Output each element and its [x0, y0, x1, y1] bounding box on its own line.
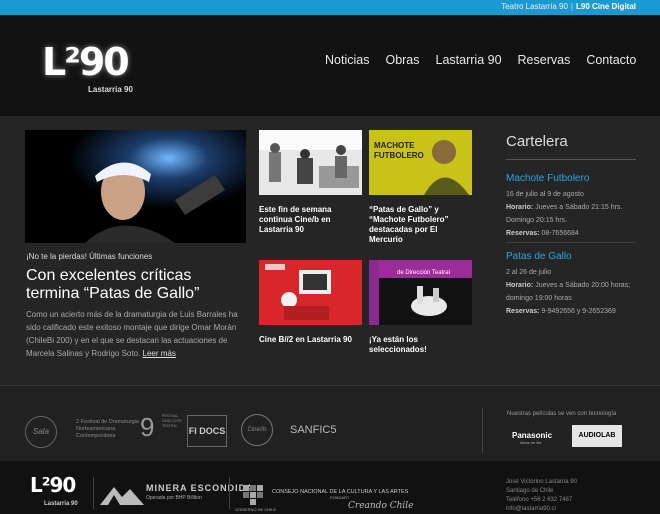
main-content: ¡No te la pierdas! Últimas funciones Con…: [0, 117, 660, 385]
horario-label: Horario:: [506, 282, 534, 289]
site-logo[interactable]: L²90 Lastarria 90: [42, 32, 142, 96]
news-card-cineb[interactable]: Este fin de semana continua Cine/b en La…: [259, 130, 362, 235]
header: L²90 Lastarria 90 Noticias Obras Lastarr…: [0, 15, 660, 117]
news-card-cineb2[interactable]: Cine B//2 en Lastarria 90: [259, 260, 362, 345]
panasonic-tagline: ideas for life: [520, 440, 542, 445]
logo-subtitle: Lastarria 90: [88, 85, 133, 94]
footer: L²90 Lastarria 90 MINERA ESCONDIDA Opera…: [0, 461, 660, 514]
tech-title: Nuestras películas se ven con tecnología: [507, 411, 617, 417]
logo-mark: L²90: [42, 40, 130, 84]
top-link-separator: |: [570, 2, 573, 11]
top-link-teatro[interactable]: Teatro Lastarria 90: [501, 2, 568, 11]
event-dates: 16 de julio al 9 de agosto: [506, 191, 584, 198]
news-caption[interactable]: Cine B//2 en Lastarria 90: [259, 335, 362, 345]
footer-divider: [93, 477, 94, 509]
news-caption[interactable]: Este fin de semana continua Cine/b en La…: [259, 205, 362, 235]
news-image[interactable]: [259, 130, 362, 195]
minera-subtitle: Operada por BHP Billiton: [146, 495, 202, 501]
footer-logo[interactable]: L²90: [30, 473, 76, 497]
top-links: Teatro Lastarria 90 | L90 Cine Digital: [501, 2, 636, 11]
cartelera-divider: [506, 159, 636, 160]
event-horario: Horario: Jueves a Sábado 21:15 hrs. Domi…: [506, 201, 638, 227]
cartelera-title: Cartelera: [506, 133, 568, 150]
fondart-label: FONDART: [330, 495, 350, 500]
reservas-label: Reservas:: [506, 230, 540, 237]
news-image[interactable]: [259, 260, 362, 325]
poster-text-futbolero: FUTBOLERO: [374, 151, 424, 160]
news-image[interactable]: de Dirección Teatral: [369, 260, 472, 325]
festival-9-text: FESTIVAL DIRECCIÓN TEATRAL: [162, 414, 182, 428]
news-caption[interactable]: ¡Ya están los seleccionados!: [369, 335, 472, 355]
gobierno-shield-icon: [243, 485, 263, 505]
event-reservas: Reservas: 9-9492656 y 9-2652369: [506, 305, 638, 318]
hero-title[interactable]: Con excelentes críticas termina “Patas d…: [26, 267, 246, 303]
nav-contacto[interactable]: Contacto: [586, 53, 636, 67]
minera-mountain-icon: [100, 487, 144, 505]
nav-reservas[interactable]: Reservas: [518, 53, 571, 67]
sala-logo[interactable]: Sala: [25, 416, 57, 448]
sanfic-logo[interactable]: SANFIC5: [290, 424, 336, 436]
festival-9-logo[interactable]: 9: [140, 412, 154, 443]
partners-divider: [482, 408, 483, 453]
event-dates: 2 al 26 de julio: [506, 269, 552, 276]
contact-address: José Victorino Lastarria 90: [506, 479, 577, 485]
news-card-mercurio[interactable]: MACHOTE FUTBOLERO “Patas de Gallo” y “Ma…: [369, 130, 472, 245]
poster-text-direccion: de Dirección Teatral: [397, 270, 450, 276]
audiolab-logo[interactable]: AUDIOLAB: [572, 425, 622, 447]
contact-email[interactable]: info@lastarria90.cl: [506, 505, 577, 514]
hero-image[interactable]: [25, 130, 246, 243]
read-more-link[interactable]: Leer más: [143, 349, 176, 358]
footer-logo-subtitle: Lastarria 90: [44, 501, 78, 507]
hero-kicker: ¡No te la pierdas! Últimas funciones: [26, 252, 153, 261]
event-name[interactable]: Machote Futbolero: [506, 173, 638, 184]
footer-contact: José Victorino Lastarria 90 Santiago de …: [506, 478, 577, 514]
news-card-seleccionados[interactable]: de Dirección Teatral ¡Ya están los selec…: [369, 260, 472, 355]
minera-escondida-logo[interactable]: MINERA ESCONDIDA: [146, 483, 254, 493]
main-nav: Noticias Obras Lastarria 90 Reservas Con…: [325, 53, 652, 67]
festival-dramaturgia-logo[interactable]: 2 Festival de Dramaturgia Norteamericana…: [76, 419, 146, 440]
cartelera-event: Machote Futbolero 16 de julio al 9 de ag…: [506, 173, 638, 243]
contact-city: Santiago de Chile: [506, 488, 554, 494]
news-caption[interactable]: “Patas de Gallo” y “Machote Futbolero” d…: [369, 205, 472, 245]
reservas-value: 08-7656684: [541, 230, 579, 237]
contact-phone: Teléfono +56 2 632 7487: [506, 497, 573, 503]
hero-paragraph: Como un acierto más de la dramaturgia de…: [26, 310, 238, 358]
nav-lastarria-90[interactable]: Lastarria 90: [436, 53, 502, 67]
cineb-logo[interactable]: Cine//b: [241, 414, 273, 446]
poster-text-machote: MACHOTE: [374, 141, 415, 150]
cartelera-event: Patas de Gallo 2 al 26 de julio Horario:…: [506, 251, 638, 318]
event-divider: [506, 242, 636, 243]
partners-strip: Sala 2 Festival de Dramaturgia Norteamer…: [0, 385, 660, 461]
event-reservas: Reservas: 08-7656684: [506, 227, 638, 240]
gobierno-label: GOBIERNO DE CHILE: [235, 507, 277, 512]
panasonic-logo[interactable]: Panasonic: [512, 431, 552, 440]
top-link-cine[interactable]: L90 Cine Digital: [576, 2, 636, 11]
event-horario: Horario: Jueves a Sábado 20:00 horas; do…: [506, 279, 638, 305]
footer-divider: [229, 477, 230, 509]
news-image[interactable]: MACHOTE FUTBOLERO: [369, 130, 472, 195]
top-bar: Teatro Lastarria 90 | L90 Cine Digital: [0, 0, 660, 15]
event-name[interactable]: Patas de Gallo: [506, 251, 638, 262]
nav-obras[interactable]: Obras: [385, 53, 419, 67]
hero-text: Como un acierto más de la dramaturgia de…: [26, 308, 248, 360]
creando-chile-text: Creando Chile: [348, 501, 414, 511]
reservas-value: 9-9492656 y 9-2652369: [541, 308, 616, 315]
fidocs-logo[interactable]: FI DOCS: [187, 415, 227, 447]
nav-noticias[interactable]: Noticias: [325, 53, 369, 67]
horario-label: Horario:: [506, 204, 534, 211]
reservas-label: Reservas:: [506, 308, 540, 315]
